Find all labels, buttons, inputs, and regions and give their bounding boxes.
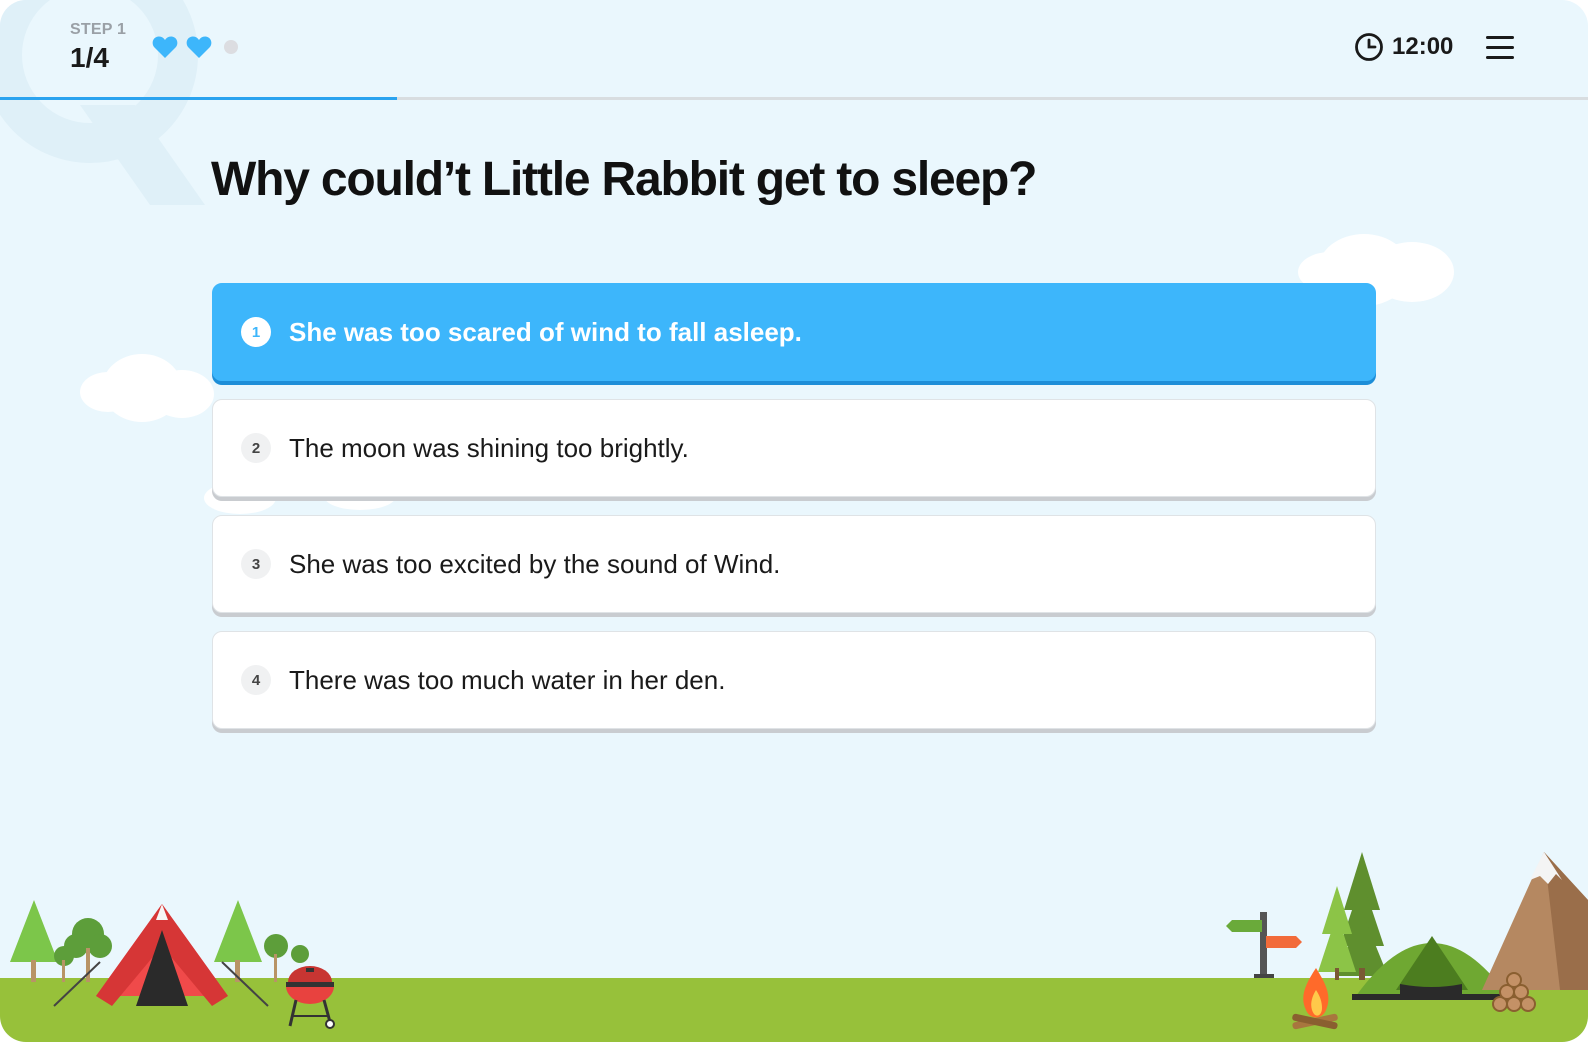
answer-option-3[interactable]: 3 She was too excited by the sound of Wi… xyxy=(212,515,1376,613)
progress-fill xyxy=(0,97,397,100)
quiz-header: STEP 1 1/4 12:00 xyxy=(0,0,1588,100)
quiz-app: STEP 1 1/4 12:00 Why could’t Little Rabb… xyxy=(0,0,1588,1042)
option-number: 1 xyxy=(241,317,271,347)
tree-decoration xyxy=(10,900,58,982)
tree-decoration xyxy=(54,918,112,982)
option-text: She was too excited by the sound of Wind… xyxy=(289,548,781,579)
step-counter: 1/4 xyxy=(70,42,109,73)
timer: 12:00 xyxy=(1354,32,1453,62)
hamburger-menu-icon[interactable] xyxy=(1486,36,1516,60)
option-text: There was too much water in her den. xyxy=(289,664,726,695)
option-number: 3 xyxy=(241,549,271,579)
option-number: 2 xyxy=(241,433,271,463)
signpost xyxy=(1226,912,1302,978)
cloud-decoration xyxy=(80,354,214,422)
answer-option-1[interactable]: 1 She was too scared of wind to fall asl… xyxy=(212,283,1376,381)
question-text: Why could’t Little Rabbit get to sleep? xyxy=(211,153,1037,206)
answer-option-2[interactable]: 2 The moon was shining too brightly. xyxy=(212,399,1376,497)
tree-decoration xyxy=(214,900,262,982)
lives-indicator xyxy=(152,34,238,60)
heart-icon xyxy=(152,36,178,58)
answer-options: 1 She was too scared of wind to fall asl… xyxy=(212,283,1376,747)
progress-bar xyxy=(0,97,1588,100)
grass-ground xyxy=(0,978,1588,1042)
option-number: 4 xyxy=(241,665,271,695)
empty-life-dot xyxy=(224,40,238,54)
heart-icon xyxy=(186,36,212,58)
answer-option-4[interactable]: 4 There was too much water in her den. xyxy=(212,631,1376,729)
mountain xyxy=(1482,852,1588,990)
option-text: She was too scared of wind to fall aslee… xyxy=(289,316,802,347)
option-text: The moon was shining too brightly. xyxy=(289,432,689,463)
clock-icon xyxy=(1355,33,1383,61)
step-label: STEP 1 xyxy=(70,21,127,38)
camping-scene-illustration xyxy=(0,852,1588,1042)
timer-text: 12:00 xyxy=(1392,33,1454,60)
